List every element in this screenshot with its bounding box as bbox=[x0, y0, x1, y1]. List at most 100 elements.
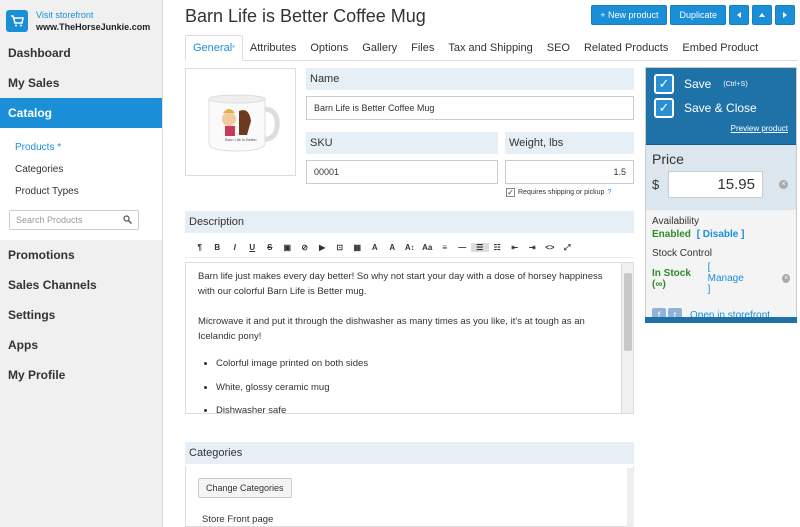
tab-embed-product[interactable]: Embed Product bbox=[675, 35, 765, 60]
arrow-left-icon bbox=[737, 12, 741, 18]
tab-files[interactable]: Files bbox=[404, 35, 441, 60]
shipping-label: Requires shipping or pickup bbox=[518, 189, 605, 196]
outdent-icon[interactable]: ⇤ bbox=[506, 243, 524, 252]
currency-symbol: $ bbox=[652, 177, 660, 192]
tab-related-products[interactable]: Related Products bbox=[577, 35, 675, 60]
site-name: www.TheHorseJunkie.com bbox=[36, 21, 151, 32]
list-item: Colorful image printed on both sides bbox=[216, 352, 633, 376]
up-arrow-button[interactable] bbox=[752, 5, 772, 25]
close-icon[interactable]: × bbox=[779, 180, 788, 189]
description-editor[interactable]: Barn life just makes every day better! S… bbox=[185, 262, 634, 414]
code-block-icon[interactable]: ⊡ bbox=[331, 243, 349, 252]
nav-my-profile[interactable]: My Profile bbox=[0, 360, 162, 390]
price-input[interactable]: 15.95 bbox=[668, 171, 763, 198]
strikethrough-icon[interactable]: S bbox=[261, 243, 279, 252]
weight-input[interactable]: 1.5 bbox=[505, 160, 634, 184]
tab-tax-shipping[interactable]: Tax and Shipping bbox=[441, 35, 539, 60]
description-bullets: Colorful image printed on both sides Whi… bbox=[216, 352, 633, 413]
tab-bar: General * Attributes Options Gallery File… bbox=[185, 35, 798, 61]
list-item: Dishwasher safe bbox=[216, 399, 633, 413]
nav-promotions[interactable]: Promotions bbox=[0, 240, 162, 270]
subnav-product-types[interactable]: Product Types bbox=[0, 180, 162, 202]
sku-input[interactable]: 00001 bbox=[306, 160, 498, 184]
stock-label: Stock Control bbox=[652, 248, 713, 259]
arrow-up-icon bbox=[759, 13, 765, 17]
save-close-button[interactable]: ✓ Save & Close bbox=[654, 96, 788, 120]
tab-gallery[interactable]: Gallery bbox=[355, 35, 404, 60]
product-image[interactable]: Barn Life is Better bbox=[185, 68, 296, 176]
availability-label: Availability bbox=[652, 216, 700, 227]
name-input[interactable]: Barn Life is Better Coffee Mug bbox=[306, 96, 634, 120]
nav-settings[interactable]: Settings bbox=[0, 300, 162, 330]
scroll-thumb[interactable] bbox=[624, 273, 632, 351]
editor-toolbar: ¶ B I U S ▣ ⊘ ▶ ⊡ ▦ A A A↕ Aa ≡ — ☰ ☷ ⇤ … bbox=[185, 238, 634, 258]
prev-arrow-button[interactable] bbox=[729, 5, 749, 25]
nav-dashboard[interactable]: Dashboard bbox=[0, 38, 162, 68]
search-products-input[interactable]: Search Products bbox=[9, 210, 139, 230]
save-label: Save bbox=[684, 77, 712, 91]
font-color-icon[interactable]: A bbox=[366, 243, 384, 252]
subnav-products[interactable]: Products * bbox=[0, 136, 162, 158]
case-icon[interactable]: Aa bbox=[419, 243, 437, 252]
editor-scrollbar[interactable] bbox=[621, 263, 633, 413]
manage-link[interactable]: [ Manage ] bbox=[708, 262, 749, 295]
video-icon[interactable]: ▶ bbox=[314, 243, 332, 252]
svg-text:Barn Life is Better: Barn Life is Better bbox=[225, 137, 257, 142]
shipping-checkbox[interactable]: ✓ bbox=[506, 188, 515, 197]
hr-icon[interactable]: — bbox=[454, 243, 472, 252]
align-icon[interactable]: ≡ bbox=[436, 243, 454, 252]
search-icon[interactable] bbox=[123, 214, 133, 226]
change-categories-button[interactable]: Change Categories bbox=[198, 478, 292, 498]
subnav-categories[interactable]: Categories bbox=[0, 158, 162, 180]
panel-bottom-bar bbox=[645, 317, 797, 323]
nav-my-sales[interactable]: My Sales bbox=[0, 68, 162, 98]
bold-icon[interactable]: B bbox=[209, 243, 227, 252]
cart-icon bbox=[6, 9, 28, 32]
link-icon[interactable]: ⊘ bbox=[296, 243, 314, 252]
sidebar: Visit storefront www.TheHorseJunkie.com … bbox=[0, 0, 163, 527]
check-icon: ✓ bbox=[654, 74, 674, 94]
next-arrow-button[interactable] bbox=[775, 5, 795, 25]
tab-seo[interactable]: SEO bbox=[540, 35, 577, 60]
name-label: Name bbox=[306, 68, 634, 90]
indent-icon[interactable]: ⇥ bbox=[524, 243, 542, 252]
paragraph-icon[interactable]: ¶ bbox=[191, 243, 209, 252]
category-item: Store Front page bbox=[202, 514, 274, 525]
nav-sales-channels[interactable]: Sales Channels bbox=[0, 270, 162, 300]
tab-general-label: General bbox=[193, 42, 233, 54]
page-title: Barn Life is Better Coffee Mug bbox=[185, 6, 426, 26]
table-icon[interactable]: ▦ bbox=[349, 243, 367, 252]
description-para-1: Barn life just makes every day better! S… bbox=[198, 271, 603, 297]
source-icon[interactable]: <> bbox=[541, 243, 559, 252]
numbered-list-icon[interactable]: ☷ bbox=[489, 243, 507, 252]
tab-attributes[interactable]: Attributes bbox=[243, 35, 303, 60]
underline-icon[interactable]: U bbox=[244, 243, 262, 252]
tab-general[interactable]: General * bbox=[185, 35, 243, 61]
help-icon[interactable]: ? bbox=[607, 189, 611, 196]
page-scrollbar[interactable] bbox=[627, 468, 634, 527]
check-icon: ✓ bbox=[654, 98, 674, 118]
duplicate-button[interactable]: Duplicate bbox=[670, 5, 726, 25]
fullscreen-icon[interactable]: ⤢ bbox=[559, 243, 577, 253]
disable-link[interactable]: [ Disable ] bbox=[697, 229, 745, 240]
italic-icon[interactable]: I bbox=[226, 243, 244, 252]
save-box: ✓ Save (Ctrl+S) ✓ Save & Close Preview p… bbox=[646, 68, 796, 145]
tab-options[interactable]: Options bbox=[303, 35, 355, 60]
image-icon[interactable]: ▣ bbox=[279, 243, 297, 252]
font-size-icon[interactable]: A↕ bbox=[401, 243, 419, 252]
arrow-right-icon bbox=[783, 12, 787, 18]
close-icon[interactable]: × bbox=[782, 274, 790, 283]
highlight-icon[interactable]: A bbox=[384, 243, 402, 252]
visit-storefront-link[interactable]: Visit storefront bbox=[36, 9, 150, 21]
nav-apps[interactable]: Apps bbox=[0, 330, 162, 360]
description-para-2: Microwave it and put it through the dish… bbox=[198, 316, 585, 342]
catalog-subnav: Products * Categories Product Types Sear… bbox=[0, 128, 162, 240]
new-product-button[interactable]: + New product bbox=[591, 5, 668, 25]
bullet-list-icon[interactable]: ☰ bbox=[471, 243, 489, 252]
brand[interactable]: Visit storefront www.TheHorseJunkie.com bbox=[0, 0, 162, 36]
nav-catalog[interactable]: Catalog bbox=[0, 98, 162, 128]
price-box: Price $ 15.95 × bbox=[646, 145, 796, 210]
save-button[interactable]: ✓ Save (Ctrl+S) bbox=[654, 72, 788, 96]
right-panel: ✓ Save (Ctrl+S) ✓ Save & Close Preview p… bbox=[645, 67, 797, 323]
preview-product-link[interactable]: Preview product bbox=[654, 124, 788, 133]
